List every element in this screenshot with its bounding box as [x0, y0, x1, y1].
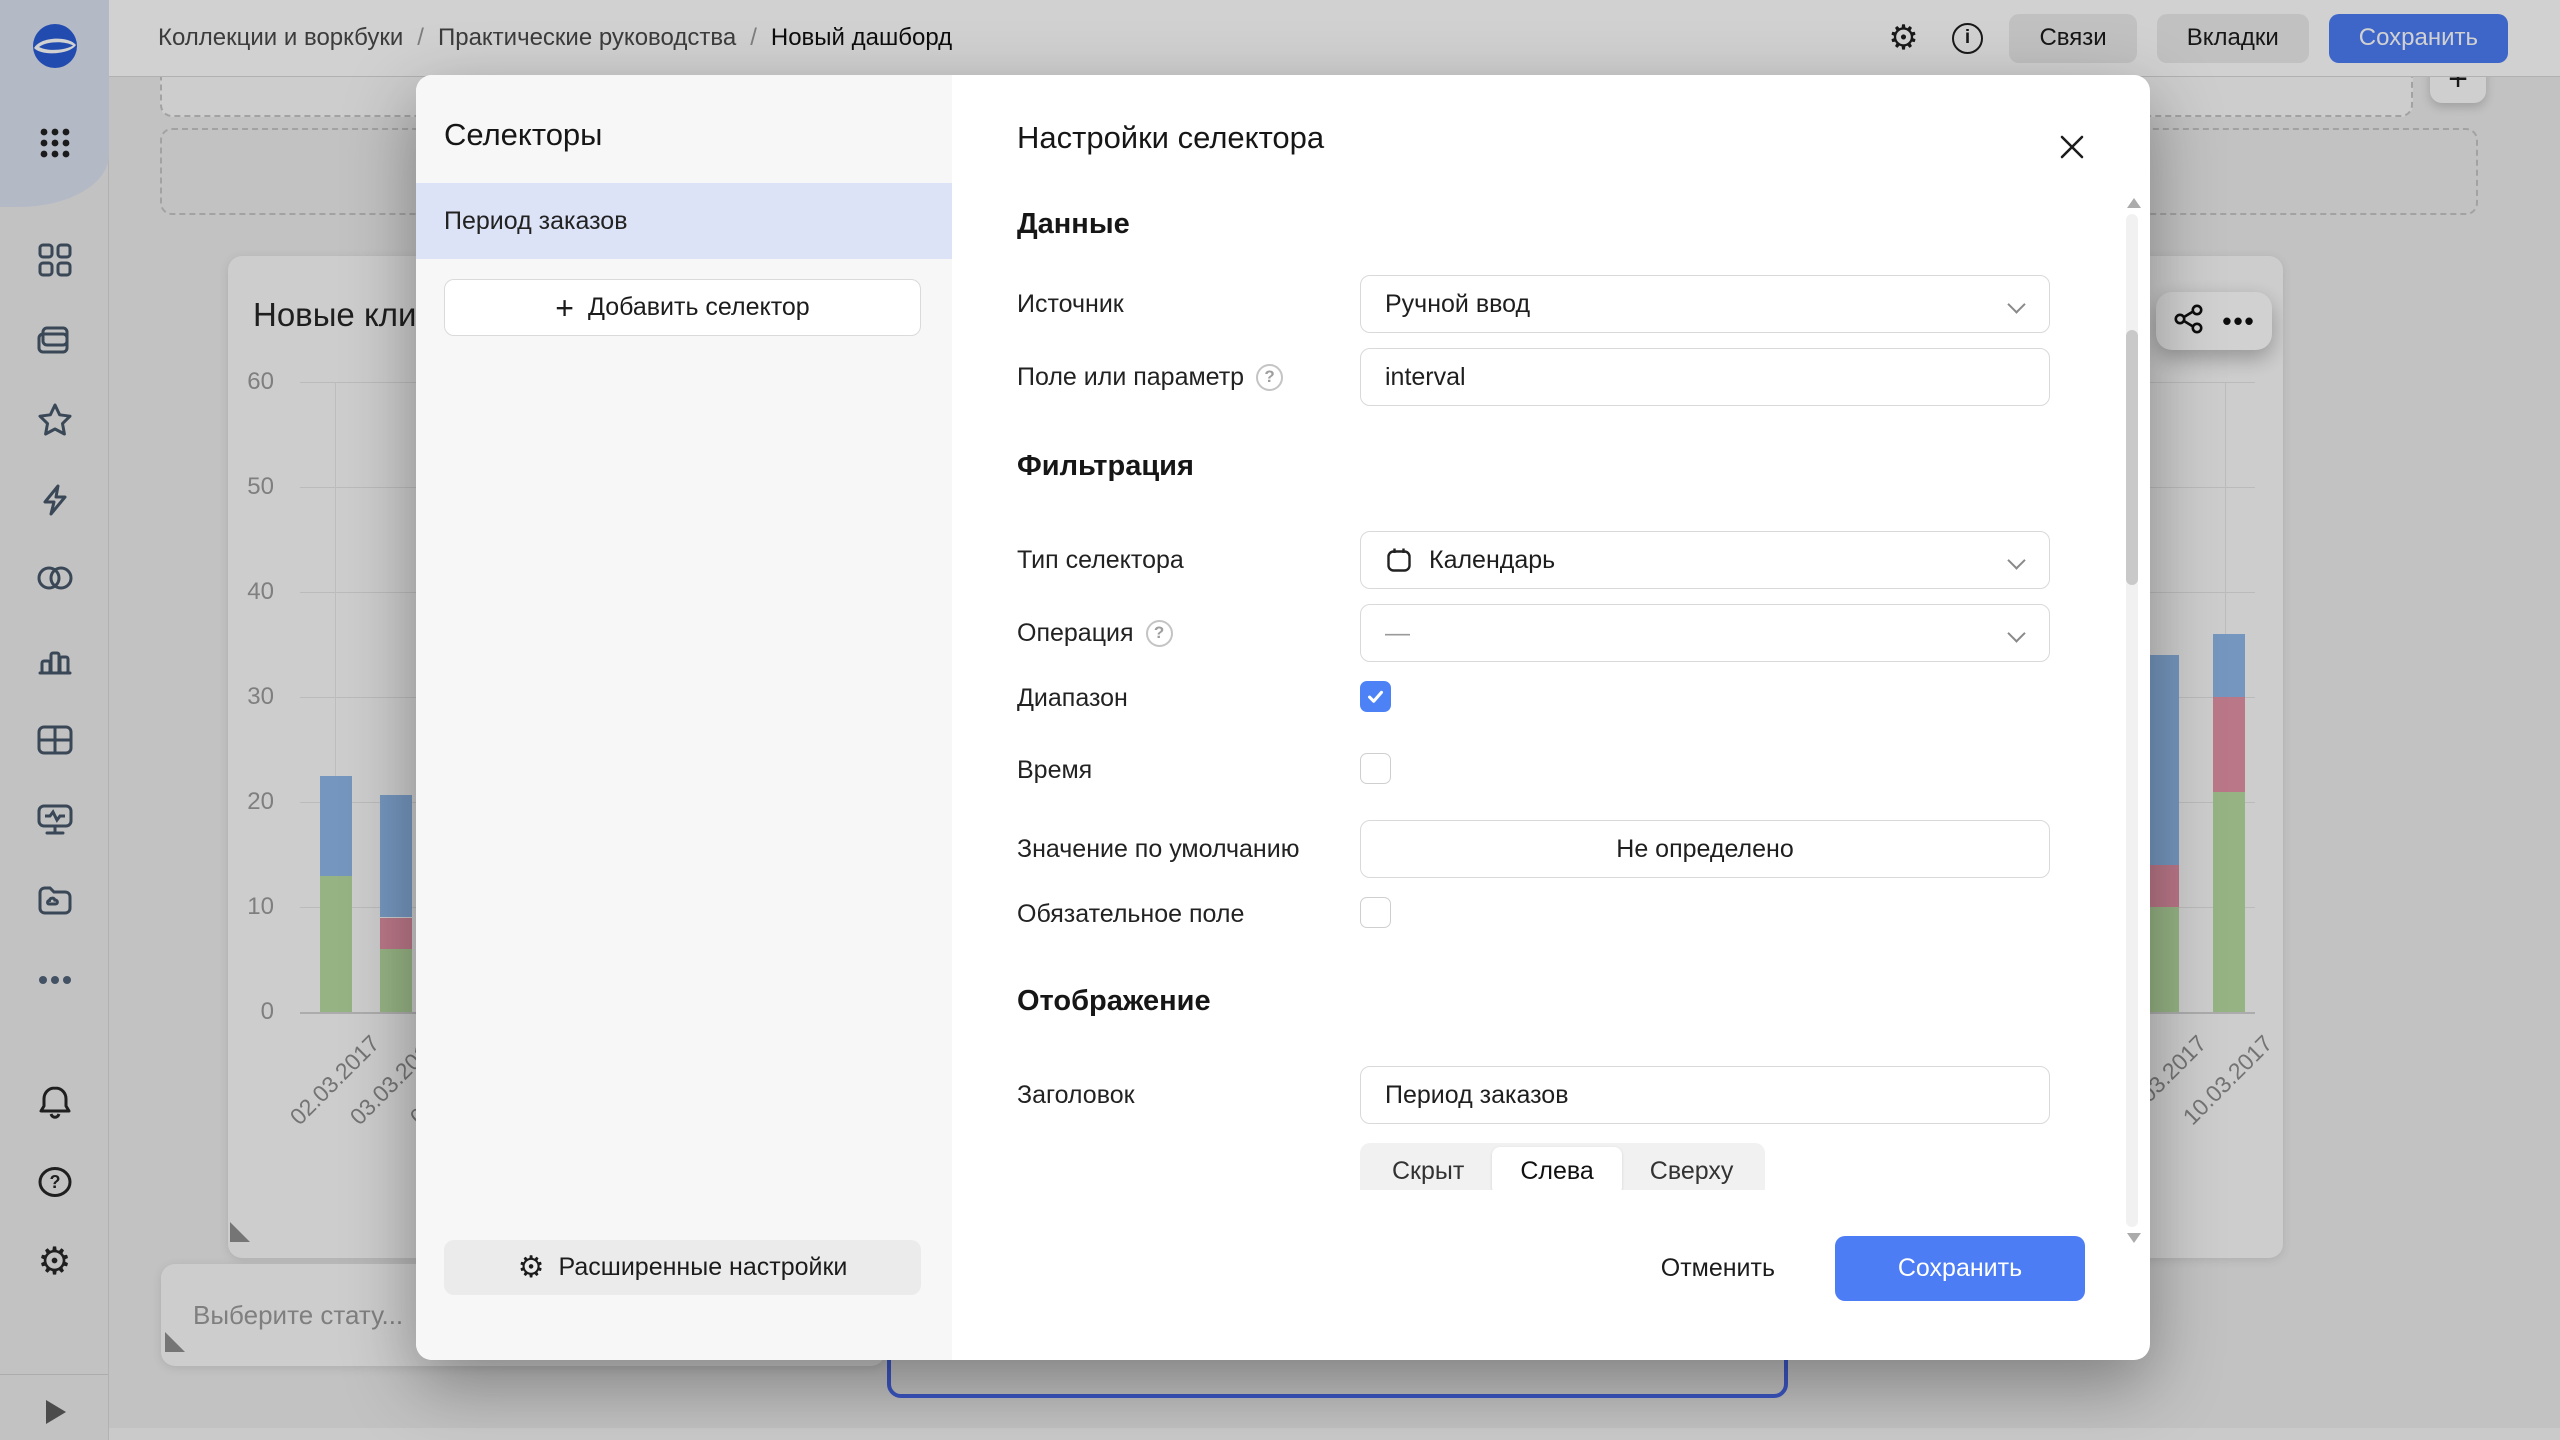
chevron-down-icon — [2007, 624, 2025, 642]
default-value: Не определено — [1616, 835, 1793, 864]
gear-icon: ⚙ — [518, 1253, 545, 1283]
title-input[interactable]: Период заказов — [1360, 1066, 2050, 1124]
range-label: Диапазон — [1017, 681, 1128, 715]
selectors-dialog: Селекторы Период заказов + Добавить селе… — [416, 75, 2150, 1360]
calendar-icon — [1385, 546, 1413, 574]
selector-list-item[interactable]: Период заказов — [416, 183, 952, 259]
scrollbar-thumb[interactable] — [2126, 330, 2138, 585]
title-position-segmented: СкрытСлеваСверху — [1360, 1143, 1765, 1190]
scroll-up-icon[interactable] — [2127, 198, 2141, 208]
default-value-label: Значение по умолчанию — [1017, 820, 1299, 878]
required-label: Обязательное поле — [1017, 897, 1244, 931]
position-option-Сверху[interactable]: Сверху — [1622, 1147, 1762, 1190]
required-checkbox[interactable] — [1360, 897, 1391, 928]
required-row: Обязательное поле — [1017, 897, 2052, 931]
field-row: Поле или параметр ? interval — [1017, 348, 2052, 406]
plus-icon: + — [555, 292, 574, 324]
operation-row: Операция ? — — [1017, 604, 2052, 662]
operation-select[interactable]: — — [1360, 604, 2050, 662]
title-label: Заголовок — [1017, 1066, 1135, 1124]
source-select[interactable]: Ручной ввод — [1360, 275, 2050, 333]
dialog-title: Настройки селектора — [1017, 120, 1324, 156]
title-row: Заголовок Период заказов — [1017, 1066, 2052, 1124]
chevron-down-icon — [2007, 551, 2025, 569]
default-value-row: Значение по умолчанию Не определено — [1017, 820, 2052, 878]
time-row: Время — [1017, 753, 2052, 787]
help-circle-icon[interactable]: ? — [1256, 364, 1283, 391]
selector-type-value: Календарь — [1429, 546, 1555, 575]
position-option-Скрыт[interactable]: Скрыт — [1364, 1147, 1492, 1190]
range-row: Диапазон — [1017, 681, 2052, 715]
operation-value: — — [1385, 619, 1410, 648]
field-input[interactable]: interval — [1360, 348, 2050, 406]
close-icon[interactable] — [2052, 127, 2092, 167]
selectors-panel: Селекторы Период заказов + Добавить селе… — [416, 75, 952, 1360]
chevron-down-icon — [2007, 295, 2025, 313]
add-selector-button[interactable]: + Добавить селектор — [444, 279, 921, 336]
title-position-clip: СкрытСлеваСверху — [1360, 1143, 2050, 1190]
default-value-button[interactable]: Не определено — [1360, 820, 2050, 878]
time-checkbox[interactable] — [1360, 753, 1391, 784]
selector-type-select[interactable]: Календарь — [1360, 531, 2050, 589]
source-label: Источник — [1017, 275, 1124, 333]
data-section-heading: Данные — [1017, 208, 1130, 241]
display-section-heading: Отображение — [1017, 985, 1211, 1018]
selectors-panel-title: Селекторы — [416, 75, 952, 183]
add-selector-label: Добавить селектор — [588, 293, 810, 322]
filter-section-heading: Фильтрация — [1017, 450, 1194, 483]
operation-label: Операция ? — [1017, 604, 1173, 662]
modal-scrollbar[interactable] — [2124, 196, 2142, 1245]
cancel-button[interactable]: Отменить — [1647, 1244, 1789, 1293]
advanced-settings-button[interactable]: ⚙ Расширенные настройки — [444, 1240, 921, 1295]
position-option-Слева[interactable]: Слева — [1492, 1147, 1621, 1190]
range-checkbox[interactable] — [1360, 681, 1391, 712]
title-value: Период заказов — [1385, 1081, 1568, 1110]
field-label: Поле или параметр ? — [1017, 348, 1283, 406]
source-row: Источник Ручной ввод — [1017, 275, 2052, 333]
advanced-settings-label: Расширенные настройки — [559, 1253, 848, 1282]
field-value: interval — [1385, 363, 1466, 392]
save-selector-button[interactable]: Сохранить — [1835, 1236, 2085, 1301]
selector-type-row: Тип селектора Календарь — [1017, 531, 2052, 589]
selector-type-label: Тип селектора — [1017, 531, 1184, 589]
time-label: Время — [1017, 753, 1092, 787]
screen: + Новые клие 010203040506002.03.201703.0… — [0, 0, 2560, 1440]
dialog-footer: Отменить Сохранить — [1647, 1236, 2085, 1301]
source-value: Ручной ввод — [1385, 290, 1530, 319]
help-circle-icon[interactable]: ? — [1146, 620, 1173, 647]
selector-settings-panel: Настройки селектора Данные Источник Ручн… — [952, 75, 2150, 1360]
scroll-down-icon[interactable] — [2127, 1233, 2141, 1243]
